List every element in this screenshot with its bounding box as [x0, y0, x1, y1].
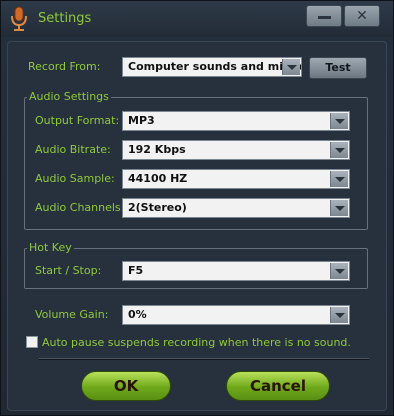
- hot-key-title: Hot Key: [27, 241, 74, 254]
- microphone-icon: [11, 6, 27, 31]
- auto-pause-checkbox[interactable]: [26, 336, 38, 348]
- chevron-down-icon[interactable]: [330, 142, 348, 158]
- chevron-down-icon[interactable]: [330, 171, 348, 187]
- audio-bitrate-value: 192 Kbps: [128, 143, 186, 156]
- close-icon: ✕: [356, 8, 368, 24]
- auto-pause-label[interactable]: Auto pause suspends recording when there…: [42, 336, 351, 349]
- volume-gain-label: Volume Gain:: [35, 308, 109, 321]
- minimize-icon: [318, 16, 331, 19]
- record-from-select[interactable]: Computer sounds and microphone: [122, 57, 302, 77]
- ok-button[interactable]: OK: [81, 371, 171, 401]
- test-button[interactable]: Test: [309, 57, 367, 79]
- output-format-select[interactable]: MP3: [122, 111, 350, 131]
- output-format-label: Output Format:: [35, 114, 120, 127]
- settings-window: Settings ✕ Record From: Computer sounds …: [0, 0, 394, 416]
- start-stop-label: Start / Stop:: [35, 264, 102, 277]
- audio-channels-select[interactable]: 2(Stereo): [122, 198, 350, 218]
- chevron-down-icon[interactable]: [330, 113, 348, 129]
- cancel-button[interactable]: Cancel: [226, 371, 330, 401]
- divider: [39, 358, 369, 360]
- audio-settings-title: Audio Settings: [27, 90, 111, 103]
- record-from-value: Computer sounds and microphone: [128, 60, 301, 73]
- volume-gain-value: 0%: [128, 308, 147, 321]
- audio-sample-value: 44100 HZ: [128, 172, 188, 185]
- audio-channels-value: 2(Stereo): [128, 201, 187, 214]
- start-stop-select[interactable]: F5: [122, 261, 350, 281]
- audio-sample-label: Audio Sample:: [35, 172, 115, 185]
- chevron-down-icon[interactable]: [330, 200, 348, 216]
- output-format-value: MP3: [128, 114, 155, 127]
- chevron-down-icon[interactable]: [330, 307, 348, 323]
- title-bar: Settings ✕: [1, 1, 393, 37]
- window-title: Settings: [38, 11, 92, 26]
- audio-bitrate-select[interactable]: 192 Kbps: [122, 140, 350, 160]
- chevron-down-icon[interactable]: [282, 59, 300, 75]
- audio-sample-select[interactable]: 44100 HZ: [122, 169, 350, 189]
- minimize-button[interactable]: [306, 5, 342, 27]
- start-stop-value: F5: [128, 264, 144, 277]
- record-from-label: Record From:: [28, 60, 101, 73]
- audio-channels-label: Audio Channels:: [35, 201, 125, 214]
- close-button[interactable]: ✕: [344, 5, 380, 27]
- chevron-down-icon[interactable]: [330, 263, 348, 279]
- audio-bitrate-label: Audio Bitrate:: [35, 143, 111, 156]
- volume-gain-select[interactable]: 0%: [122, 305, 350, 325]
